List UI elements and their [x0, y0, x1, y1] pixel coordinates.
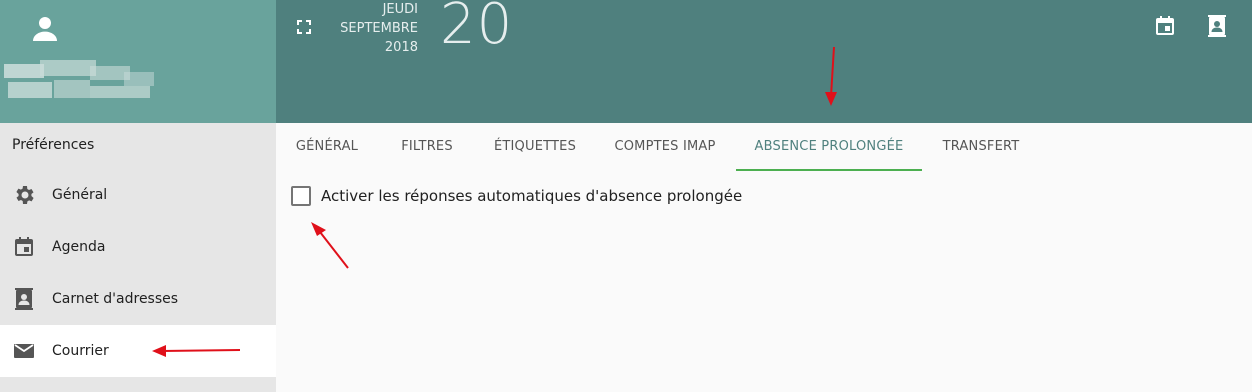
date-year: 2018	[384, 40, 418, 55]
top-header: JEUDI SEPTEMBRE 2018 20	[0, 0, 1252, 123]
contacts-icon	[15, 288, 33, 310]
mail-icon	[14, 344, 34, 358]
auto-reply-row: Activer les réponses automatiques d'abse…	[291, 186, 742, 206]
sidebar-item-label: Général	[52, 187, 108, 203]
tab-imap-accounts[interactable]: COMPTES IMAP	[594, 123, 736, 171]
sidebar-item-label: Courrier	[52, 343, 109, 359]
date-month: SEPTEMBRE	[340, 21, 418, 36]
calendar-icon	[15, 237, 33, 256]
auto-reply-label[interactable]: Activer les réponses automatiques d'abse…	[321, 187, 742, 205]
tab-filters[interactable]: FILTRES	[378, 123, 476, 171]
user-panel	[0, 0, 276, 123]
annotation-arrow-checkbox	[311, 222, 349, 269]
sidebar-item-label: Carnet d'adresses	[52, 291, 179, 307]
user-avatar-icon[interactable]	[29, 13, 61, 45]
sidebar-item-general[interactable]: Général	[0, 169, 276, 221]
sidebar-item-label: Agenda	[52, 239, 106, 255]
tab-vacation[interactable]: ABSENCE PROLONGÉE	[736, 123, 922, 171]
sidebar-item-address-book[interactable]: Carnet d'adresses	[0, 273, 276, 325]
date-text: JEUDI SEPTEMBRE 2018	[326, 0, 418, 57]
preferences-sidebar: Préférences Général Agenda Carnet d'adre…	[0, 123, 276, 392]
tab-forward[interactable]: TRANSFERT	[922, 123, 1040, 171]
fullscreen-icon[interactable]	[296, 19, 312, 35]
user-name-blurred	[4, 60, 160, 104]
date-day-number: 20	[440, 0, 514, 57]
date-weekday: JEUDI	[382, 2, 418, 17]
sidebar-title: Préférences	[12, 137, 95, 153]
sidebar-item-agenda[interactable]: Agenda	[0, 221, 276, 273]
calendar-icon[interactable]	[1153, 14, 1177, 38]
auto-reply-checkbox[interactable]	[291, 186, 311, 206]
gear-icon	[16, 186, 34, 204]
tab-general[interactable]: GÉNÉRAL	[276, 123, 378, 171]
contacts-icon[interactable]	[1205, 14, 1229, 38]
preferences-tabs: GÉNÉRAL FILTRES ÉTIQUETTES COMPTES IMAP …	[276, 123, 1252, 171]
sidebar-item-mail[interactable]: Courrier	[0, 325, 276, 377]
tab-labels[interactable]: ÉTIQUETTES	[476, 123, 594, 171]
